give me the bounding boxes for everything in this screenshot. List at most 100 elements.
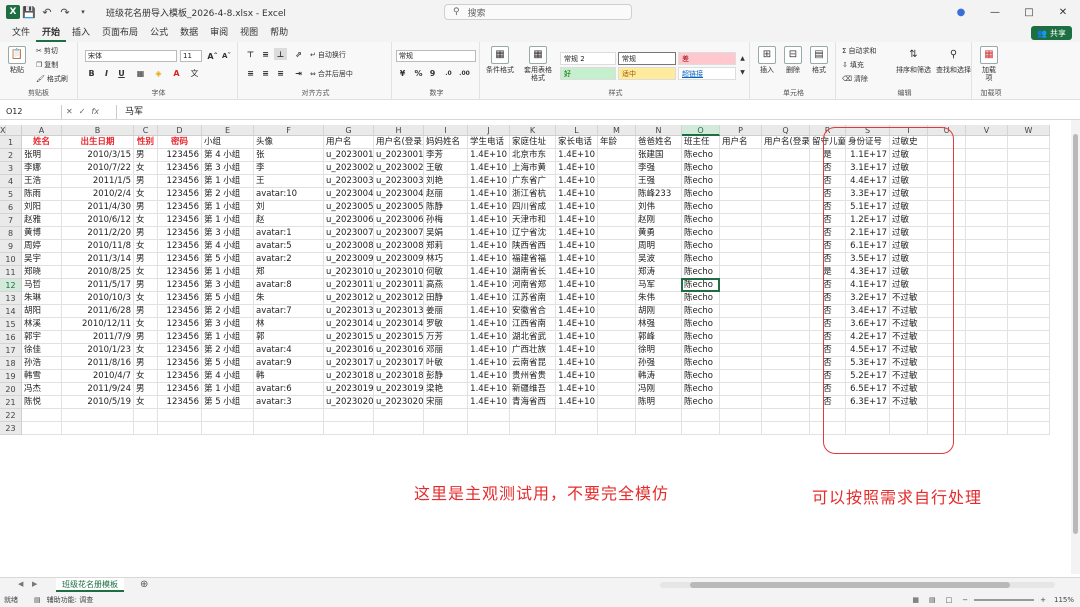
row-header[interactable]: 19: [0, 370, 22, 383]
row-header[interactable]: 2: [0, 149, 22, 162]
table-cell[interactable]: [134, 422, 158, 435]
table-cell[interactable]: 1.4E+10: [556, 240, 598, 253]
table-cell[interactable]: 女: [134, 162, 158, 175]
table-cell[interactable]: [1008, 175, 1050, 188]
table-cell[interactable]: 陈echo: [682, 279, 720, 292]
table-cell[interactable]: [762, 318, 810, 331]
table-cell[interactable]: [720, 383, 762, 396]
table-cell[interactable]: [22, 409, 62, 422]
table-cell[interactable]: [966, 318, 1008, 331]
table-cell[interactable]: 陈echo: [682, 162, 720, 175]
table-cell[interactable]: 梁艳: [424, 383, 468, 396]
style-normal[interactable]: 常规: [618, 52, 676, 65]
table-cell[interactable]: 2010/2/4: [62, 188, 134, 201]
table-cell[interactable]: 林强: [636, 318, 682, 331]
table-cell[interactable]: 2011/6/28: [62, 305, 134, 318]
table-cell[interactable]: u_2023009: [374, 253, 424, 266]
table-format-button[interactable]: ▦ 套用表格格式: [522, 46, 554, 82]
table-cell[interactable]: [374, 422, 424, 435]
table-cell[interactable]: 第 3 小组: [202, 318, 254, 331]
table-cell[interactable]: 姜丽: [424, 305, 468, 318]
table-cell[interactable]: 陈echo: [682, 214, 720, 227]
table-cell[interactable]: 广东省广: [510, 175, 556, 188]
table-cell[interactable]: u_2023012: [374, 292, 424, 305]
table-cell[interactable]: 郭: [254, 331, 324, 344]
table-cell[interactable]: [1008, 357, 1050, 370]
table-cell[interactable]: [636, 409, 682, 422]
column-header[interactable]: J: [468, 125, 510, 136]
row-header[interactable]: 10: [0, 253, 22, 266]
table-cell[interactable]: [966, 162, 1008, 175]
table-cell[interactable]: [22, 422, 62, 435]
table-cell[interactable]: avatar:9: [254, 357, 324, 370]
table-cell[interactable]: [1008, 162, 1050, 175]
table-cell[interactable]: 陈echo: [682, 344, 720, 357]
table-cell[interactable]: [598, 162, 636, 175]
table-cell[interactable]: 1.4E+10: [556, 344, 598, 357]
table-cell[interactable]: [720, 305, 762, 318]
menu-tab[interactable]: 开始: [36, 24, 67, 42]
table-cell[interactable]: 吴娟: [424, 227, 468, 240]
table-cell[interactable]: 1.4E+10: [468, 227, 510, 240]
header-cell[interactable]: 用户名: [720, 136, 762, 149]
vertical-scroll-thumb[interactable]: [1073, 134, 1078, 534]
table-cell[interactable]: 第 4 小组: [202, 240, 254, 253]
table-cell[interactable]: [762, 266, 810, 279]
table-cell[interactable]: avatar:7: [254, 305, 324, 318]
table-cell[interactable]: 河南省郑: [510, 279, 556, 292]
header-cell[interactable]: 密码: [158, 136, 202, 149]
header-cell[interactable]: 班主任: [682, 136, 720, 149]
row-header[interactable]: 12: [0, 279, 22, 292]
table-cell[interactable]: 辽宁省沈: [510, 227, 556, 240]
table-cell[interactable]: 韩涛: [636, 370, 682, 383]
table-cell[interactable]: u_2023014: [324, 318, 374, 331]
table-cell[interactable]: [424, 409, 468, 422]
underline-button[interactable]: U: [115, 67, 128, 79]
table-cell[interactable]: [598, 240, 636, 253]
table-cell[interactable]: [598, 409, 636, 422]
table-cell[interactable]: 123456: [158, 266, 202, 279]
table-cell[interactable]: [762, 409, 810, 422]
table-cell[interactable]: [1008, 292, 1050, 305]
table-cell[interactable]: 李强: [636, 162, 682, 175]
table-cell[interactable]: [762, 370, 810, 383]
table-cell[interactable]: 上海市黄: [510, 162, 556, 175]
table-cell[interactable]: 第 4 小组: [202, 370, 254, 383]
table-cell[interactable]: 陈悦: [22, 396, 62, 409]
table-cell[interactable]: 林: [254, 318, 324, 331]
table-cell[interactable]: 2010/8/25: [62, 266, 134, 279]
table-cell[interactable]: [762, 331, 810, 344]
table-cell[interactable]: [1008, 422, 1050, 435]
addins-button[interactable]: ▦ 加载项: [980, 46, 998, 82]
table-cell[interactable]: 1.4E+10: [556, 318, 598, 331]
clear-button[interactable]: ⌫ 清除: [842, 74, 868, 84]
table-cell[interactable]: [966, 227, 1008, 240]
table-cell[interactable]: 2011/8/16: [62, 357, 134, 370]
row-header[interactable]: 16: [0, 331, 22, 344]
table-cell[interactable]: 朱: [254, 292, 324, 305]
table-cell[interactable]: 第 2 小组: [202, 305, 254, 318]
font-size-select[interactable]: 11: [180, 50, 202, 62]
copy-button[interactable]: ❐ 复制: [36, 60, 58, 70]
table-cell[interactable]: 1.4E+10: [468, 240, 510, 253]
bold-button[interactable]: B: [85, 67, 98, 79]
table-cell[interactable]: 1.4E+10: [468, 370, 510, 383]
styles-scroll-down-icon[interactable]: ▼: [736, 66, 749, 78]
table-cell[interactable]: [598, 331, 636, 344]
table-cell[interactable]: [1008, 305, 1050, 318]
table-cell[interactable]: [966, 266, 1008, 279]
table-cell[interactable]: [324, 422, 374, 435]
table-cell[interactable]: 田静: [424, 292, 468, 305]
table-cell[interactable]: [720, 266, 762, 279]
table-cell[interactable]: 陈雨: [22, 188, 62, 201]
table-cell[interactable]: 黄博: [22, 227, 62, 240]
table-cell[interactable]: [254, 409, 324, 422]
table-cell[interactable]: 第 3 小组: [202, 227, 254, 240]
table-cell[interactable]: 刘阳: [22, 201, 62, 214]
table-cell[interactable]: [720, 175, 762, 188]
table-cell[interactable]: 1.4E+10: [468, 383, 510, 396]
table-cell[interactable]: u_2023016: [374, 344, 424, 357]
table-cell[interactable]: 北京市东: [510, 149, 556, 162]
row-header[interactable]: 8: [0, 227, 22, 240]
header-cell[interactable]: 用户名(登录): [762, 136, 810, 149]
